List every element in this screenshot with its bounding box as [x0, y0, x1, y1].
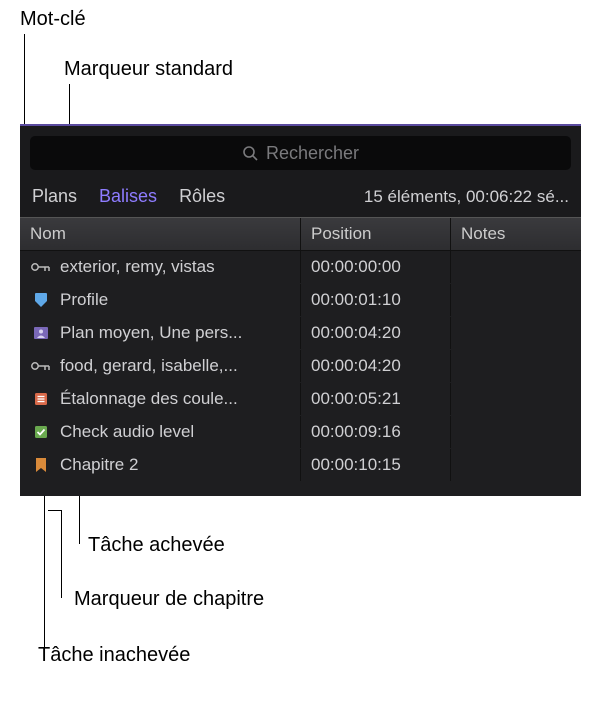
row-position: 00:00:05:21: [301, 383, 451, 415]
row-notes: [451, 449, 581, 481]
row-name: exterior, remy, vistas: [60, 257, 215, 277]
row-name: Profile: [60, 290, 108, 310]
todo-icon: [28, 392, 54, 406]
table-row[interactable]: food, gerard, isabelle,... 00:00:04:20: [20, 350, 581, 383]
analysis-icon: [28, 326, 54, 340]
callout-keyword: Mot-clé: [20, 8, 86, 31]
tab-plans[interactable]: Plans: [32, 186, 77, 207]
marker-icon: [28, 292, 54, 308]
row-position: 00:00:04:20: [301, 350, 451, 382]
completed-todo-icon: [28, 425, 54, 439]
column-headers: Nom Position Notes: [20, 217, 581, 251]
callout-chapter-marker: Marqueur de chapitre: [74, 588, 264, 611]
header-position[interactable]: Position: [301, 218, 451, 250]
row-position: 00:00:00:00: [301, 251, 451, 283]
row-name: Check audio level: [60, 422, 194, 442]
row-position: 00:00:04:20: [301, 317, 451, 349]
status-text: 15 éléments, 00:06:22 sé...: [364, 187, 569, 207]
search-input[interactable]: Rechercher: [30, 136, 571, 170]
tab-balises[interactable]: Balises: [99, 186, 157, 207]
row-position: 00:00:09:16: [301, 416, 451, 448]
row-notes: [451, 317, 581, 349]
row-notes: [451, 350, 581, 382]
chapter-marker-icon: [28, 457, 54, 473]
row-position: 00:00:10:15: [301, 449, 451, 481]
tab-roles[interactable]: Rôles: [179, 186, 225, 207]
row-position: 00:00:01:10: [301, 284, 451, 316]
row-name: food, gerard, isabelle,...: [60, 356, 238, 376]
row-name: Étalonnage des coule...: [60, 389, 238, 409]
callout-incomplete-todo: Tâche inachevée: [38, 644, 190, 667]
tab-row: Plans Balises Rôles 15 éléments, 00:06:2…: [20, 180, 581, 217]
row-notes: [451, 251, 581, 283]
row-notes: [451, 416, 581, 448]
header-notes[interactable]: Notes: [451, 218, 581, 250]
table-row[interactable]: Chapitre 2 00:00:10:15: [20, 449, 581, 482]
table-row[interactable]: Étalonnage des coule... 00:00:05:21: [20, 383, 581, 416]
header-name[interactable]: Nom: [20, 218, 301, 250]
keyword-icon: [28, 262, 54, 272]
row-name: Plan moyen, Une pers...: [60, 323, 242, 343]
row-name: Chapitre 2: [60, 455, 138, 475]
table-row[interactable]: Plan moyen, Une pers... 00:00:04:20: [20, 317, 581, 350]
table-row[interactable]: exterior, remy, vistas 00:00:00:00: [20, 251, 581, 284]
table-row[interactable]: Check audio level 00:00:09:16: [20, 416, 581, 449]
leader-line: [48, 510, 62, 511]
tag-list: exterior, remy, vistas 00:00:00:00 Profi…: [20, 251, 581, 496]
callout-standard-marker: Marqueur standard: [64, 58, 233, 81]
table-row[interactable]: Profile 00:00:01:10: [20, 284, 581, 317]
search-placeholder: Rechercher: [266, 143, 359, 164]
row-notes: [451, 284, 581, 316]
row-notes: [451, 383, 581, 415]
leader-line: [61, 510, 62, 598]
keyword-icon: [28, 361, 54, 371]
callout-completed-todo: Tâche achevée: [88, 534, 225, 557]
tags-panel: Rechercher Plans Balises Rôles 15 élémen…: [20, 124, 581, 496]
search-icon: [242, 145, 258, 161]
